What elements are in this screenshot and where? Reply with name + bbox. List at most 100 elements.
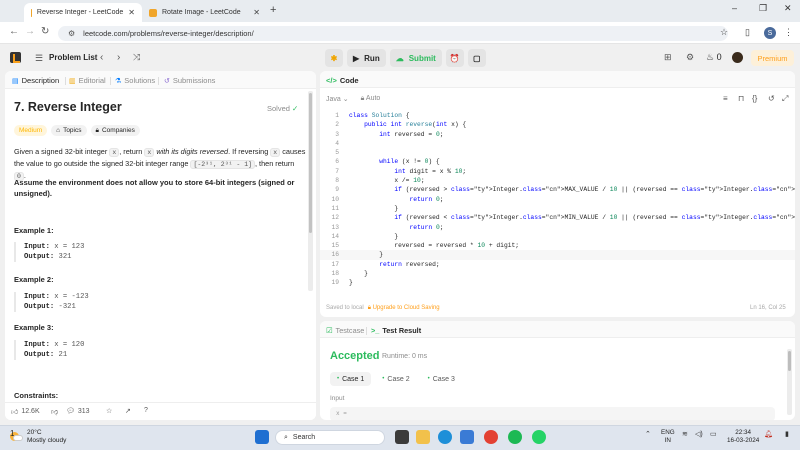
task-view-icon[interactable] xyxy=(395,430,409,444)
description-scrollbar[interactable] xyxy=(308,91,313,291)
show-desktop-icon[interactable]: ▮ xyxy=(785,430,789,438)
list-icon[interactable]: ☰ xyxy=(35,53,43,64)
code-line[interactable]: 7 int digit = x % 10; xyxy=(320,167,795,176)
share-button[interactable]: ↗ xyxy=(125,407,131,415)
settings-gear-icon[interactable]: ⚙ xyxy=(686,52,694,63)
tab-rotate-image[interactable]: Rotate Image - LeetCode ✕ xyxy=(142,3,267,22)
reload-icon[interactable]: ↻ xyxy=(41,26,49,37)
debug-button[interactable]: ✱ xyxy=(325,49,343,67)
tray-chevron-icon[interactable]: ⌃ xyxy=(645,430,651,438)
close-window-icon[interactable]: ✕ xyxy=(784,3,792,14)
code-line[interactable]: 11 } xyxy=(320,204,795,213)
site-info-icon[interactable]: ⚙ xyxy=(68,29,75,38)
code-line[interactable]: 5 xyxy=(320,148,795,157)
code-line[interactable]: 4 xyxy=(320,139,795,148)
leetcode-logo-icon[interactable] xyxy=(10,52,21,63)
new-tab-icon[interactable]: + xyxy=(270,4,276,16)
code-line[interactable]: 10 return 0; xyxy=(320,195,795,204)
dislike-button[interactable]: 👎︎ xyxy=(51,407,58,416)
chrome-icon[interactable] xyxy=(484,430,498,444)
store-icon[interactable] xyxy=(460,430,474,444)
input-value: x = 120 xyxy=(54,341,85,349)
weather-widget[interactable]: 20°C Mostly cloudy xyxy=(10,429,66,444)
streak-counter[interactable]: ♨ 0 xyxy=(706,52,722,63)
bookmark-icon[interactable]: ⊓ xyxy=(738,94,744,103)
reset-icon[interactable]: ↺ xyxy=(768,94,775,103)
code-line[interactable]: 3 int reversed = 0; xyxy=(320,130,795,139)
code-line[interactable]: 14 } xyxy=(320,232,795,241)
fullscreen-icon[interactable]: ⤢ xyxy=(782,94,788,104)
timer-button[interactable]: ⏰ xyxy=(445,49,464,67)
url-field[interactable]: ⚙ leetcode.com/problems/reverse-integer/… xyxy=(58,26,728,41)
menu-icon[interactable]: ⋮ xyxy=(784,27,793,38)
shuffle-icon[interactable]: ⤨ xyxy=(133,52,140,63)
format-icon[interactable]: ≡ xyxy=(723,94,728,103)
comments-button[interactable]: 💬︎ 313 xyxy=(66,407,90,416)
taskbar-search[interactable]: ⌕ Search xyxy=(275,430,385,445)
spotify-icon[interactable] xyxy=(508,430,522,444)
forward-icon[interactable]: → xyxy=(25,26,35,37)
sidepanel-icon[interactable]: ▯ xyxy=(745,27,750,38)
profile-avatar[interactable]: S xyxy=(764,27,776,39)
code-line[interactable]: 12 if (reversed < class="ty">Integer.cla… xyxy=(320,213,795,222)
tab-testcase[interactable]: ☑ Testcase xyxy=(326,326,364,335)
clock[interactable]: 22:34 16-03-2024 xyxy=(727,429,759,445)
tab-reverse-integer[interactable]: Reverse Integer - LeetCode ✕ xyxy=(24,3,142,22)
prev-problem-icon[interactable]: ‹ xyxy=(100,52,103,63)
problem-list-link[interactable]: Problem List xyxy=(49,53,97,62)
topics-tag[interactable]: ⌂ Topics xyxy=(51,125,87,136)
user-avatar[interactable] xyxy=(732,52,743,63)
language-select[interactable]: Java ⌄ xyxy=(326,95,349,103)
whatsapp-icon[interactable] xyxy=(532,430,546,444)
case-1-tab[interactable]: • Case 1 xyxy=(330,372,372,386)
close-tab-icon[interactable]: ✕ xyxy=(253,8,260,17)
edge-browser-icon[interactable] xyxy=(438,430,452,444)
tab-description[interactable]: ▤ Description xyxy=(12,76,59,85)
case-2-tab[interactable]: • Case 2 xyxy=(375,372,416,386)
case-3-tab[interactable]: • Case 3 xyxy=(421,372,462,386)
close-tab-icon[interactable]: ✕ xyxy=(128,8,135,17)
layout-icon[interactable]: ⊞ xyxy=(664,52,672,63)
code-line[interactable]: 6 while (x != 0) { xyxy=(320,157,795,166)
code-line[interactable]: 1 class Solution { xyxy=(320,111,795,120)
upgrade-link[interactable]: 🔒︎ Upgrade to Cloud Saving xyxy=(368,305,440,312)
like-button[interactable]: 👍︎ 12.6K xyxy=(11,407,40,416)
braces-icon[interactable]: {} xyxy=(752,94,757,103)
premium-button[interactable]: Premium xyxy=(751,50,794,66)
code-line[interactable]: 8 x /= 10; xyxy=(320,176,795,185)
tab-editorial[interactable]: ▥ Editorial xyxy=(69,76,106,85)
minimize-icon[interactable]: – xyxy=(732,3,737,13)
code-line[interactable]: 13 return 0; xyxy=(320,223,795,232)
help-button[interactable]: ? xyxy=(144,407,148,414)
file-explorer-icon[interactable] xyxy=(416,430,430,444)
run-button[interactable]: ▶ Run xyxy=(347,49,386,67)
input-language[interactable]: ENG IN xyxy=(661,429,675,445)
windows-start-icon[interactable] xyxy=(255,430,269,444)
notes-button[interactable]: ▢ xyxy=(467,49,486,67)
wifi-icon[interactable]: ≋ xyxy=(682,430,688,438)
companies-tag[interactable]: 🔒︎ Companies xyxy=(90,125,140,136)
code-line[interactable]: 9 if (reversed > class="ty">Integer.clas… xyxy=(320,185,795,194)
code-line[interactable]: 18 } xyxy=(320,269,795,278)
code-line[interactable]: 17 return reversed; xyxy=(320,260,795,269)
submit-button[interactable]: ☁ Submit xyxy=(389,49,442,67)
code-editor[interactable]: 1 class Solution {2 public int reverse(in… xyxy=(320,111,795,288)
test-panel-scrollbar[interactable] xyxy=(787,349,792,415)
code-text: } xyxy=(349,251,384,259)
tab-test-result[interactable]: >_ Test Result xyxy=(371,326,421,335)
favorite-button[interactable]: ☆ xyxy=(106,407,112,415)
code-line[interactable]: 15 reversed = reversed * 10 + digit; xyxy=(320,241,795,250)
tab-solutions[interactable]: ⚗ Solutions xyxy=(115,76,155,85)
code-line[interactable]: 16 } xyxy=(320,250,795,260)
maximize-icon[interactable]: ❐ xyxy=(759,3,767,14)
next-problem-icon[interactable]: › xyxy=(117,52,120,63)
auto-mode-toggle[interactable]: 🔒︎ Auto xyxy=(361,95,381,103)
volume-icon[interactable]: ◁) xyxy=(695,430,703,438)
bookmark-star-icon[interactable]: ☆ xyxy=(720,27,728,38)
tab-submissions[interactable]: ↺ Submissions xyxy=(164,76,215,85)
battery-icon[interactable]: ▭ xyxy=(710,430,717,438)
notification-bell-icon[interactable]: 🔔︎ xyxy=(764,430,773,438)
code-line[interactable]: 2 public int reverse(int x) { xyxy=(320,120,795,129)
back-icon[interactable]: ← xyxy=(9,26,19,37)
code-line[interactable]: 19} xyxy=(320,278,795,287)
